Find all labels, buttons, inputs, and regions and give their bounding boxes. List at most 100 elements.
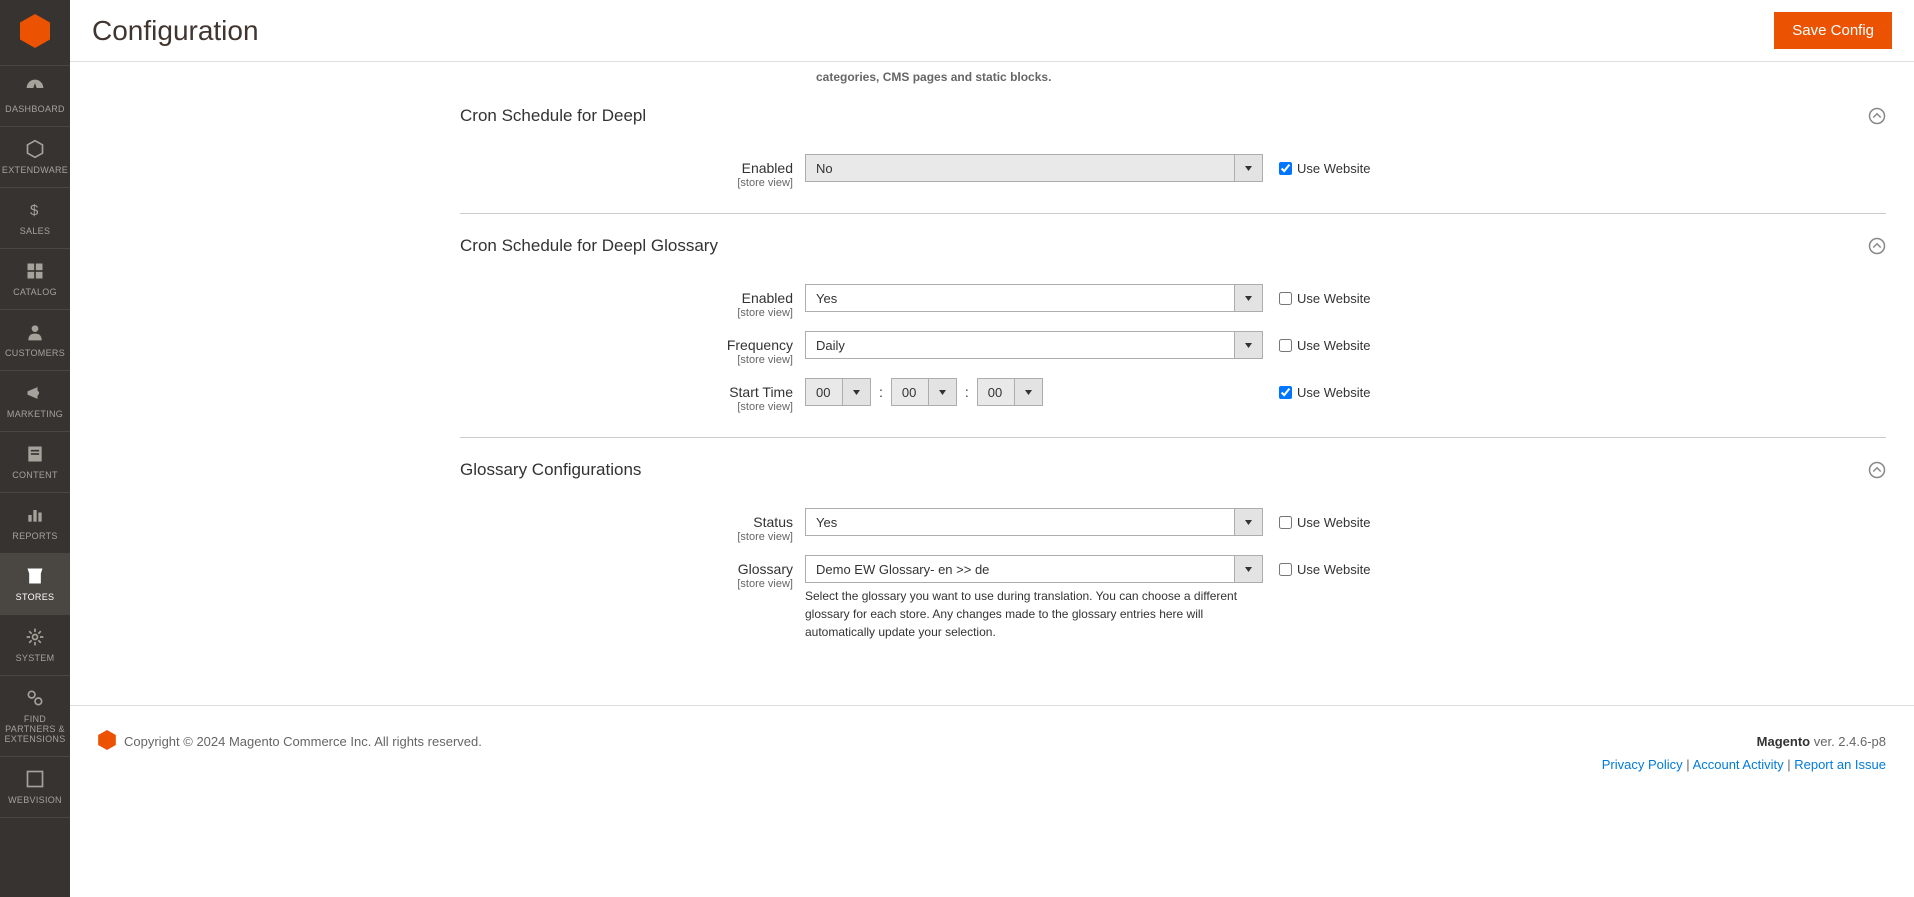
dropdown-arrow-icon xyxy=(1234,155,1262,181)
field-label-frequency: Frequency [store view] xyxy=(460,331,805,366)
page-footer: Copyright © 2024 Magento Commerce Inc. A… xyxy=(70,705,1914,801)
field-label-glossary: Glossary [store view] xyxy=(460,555,805,590)
magento-logo-icon xyxy=(98,730,116,753)
version-text: ver. 2.4.6-p8 xyxy=(1810,734,1886,749)
sidebar-item-label: FIND PARTNERS & EXTENSIONS xyxy=(4,714,66,744)
field-label-enabled: Enabled [store view] xyxy=(460,284,805,319)
dashboard-icon xyxy=(25,78,45,100)
sidebar-item-system[interactable]: SYSTEM xyxy=(0,615,70,676)
use-website-checkbox[interactable] xyxy=(1279,386,1292,399)
link-icon xyxy=(25,688,45,710)
admin-sidebar: DASHBOARD EXTENDWARE $ SALES CATALOG CUST… xyxy=(0,0,70,897)
use-website-checkbox[interactable] xyxy=(1279,516,1292,529)
sidebar-item-webvision[interactable]: WEBVISION xyxy=(0,757,70,818)
bar-chart-icon xyxy=(25,505,45,527)
sidebar-item-label: CONTENT xyxy=(12,470,58,480)
section-glossary-config: Glossary Configurations Status [store vi… xyxy=(460,438,1886,665)
chevron-up-icon xyxy=(1868,237,1886,255)
start-time-sec-select: 00 xyxy=(977,378,1043,406)
person-icon xyxy=(25,322,45,344)
gear-icon xyxy=(25,627,45,649)
dropdown-arrow-icon xyxy=(1234,332,1262,358)
enabled-select: No xyxy=(805,154,1263,182)
svg-text:$: $ xyxy=(30,202,39,219)
page-header: Configuration Save Config xyxy=(70,0,1914,62)
use-website-label: Use Website xyxy=(1297,562,1370,577)
glossary-select[interactable]: Demo EW Glossary- en >> de xyxy=(805,555,1263,583)
sidebar-item-content[interactable]: CONTENT xyxy=(0,432,70,493)
sidebar-item-label: DASHBOARD xyxy=(5,104,65,114)
sidebar-item-catalog[interactable]: CATALOG xyxy=(0,249,70,310)
sidebar-item-find-partners[interactable]: FIND PARTNERS & EXTENSIONS xyxy=(0,676,70,757)
sidebar-item-stores[interactable]: STORES xyxy=(0,554,70,615)
sidebar-item-dashboard[interactable]: DASHBOARD xyxy=(0,66,70,127)
save-config-button[interactable]: Save Config xyxy=(1774,12,1892,49)
dropdown-arrow-icon xyxy=(1234,556,1262,582)
hexagon-icon xyxy=(25,139,45,161)
dollar-icon: $ xyxy=(25,200,45,222)
use-website-checkbox[interactable] xyxy=(1279,292,1292,305)
store-icon xyxy=(25,566,45,588)
page-title: Configuration xyxy=(92,15,259,47)
section-title: Cron Schedule for Deepl Glossary xyxy=(460,236,718,256)
section-header-glossary-config[interactable]: Glossary Configurations xyxy=(460,438,1886,502)
blank-icon xyxy=(25,769,45,791)
dropdown-arrow-icon xyxy=(928,379,956,405)
enabled-select[interactable]: Yes xyxy=(805,284,1263,312)
sidebar-item-reports[interactable]: REPORTS xyxy=(0,493,70,554)
frequency-select[interactable]: Daily xyxy=(805,331,1263,359)
sidebar-item-label: WEBVISION xyxy=(8,795,62,805)
dropdown-arrow-icon xyxy=(842,379,870,405)
use-website-checkbox[interactable] xyxy=(1279,162,1292,175)
status-select[interactable]: Yes xyxy=(805,508,1263,536)
sidebar-item-label: EXTENDWARE xyxy=(2,165,68,175)
sidebar-item-sales[interactable]: $ SALES xyxy=(0,188,70,249)
field-label-status: Status [store view] xyxy=(460,508,805,543)
chevron-up-icon xyxy=(1868,461,1886,479)
document-icon xyxy=(25,444,45,466)
section-header-cron-deepl[interactable]: Cron Schedule for Deepl xyxy=(460,84,1886,148)
use-website-label: Use Website xyxy=(1297,338,1370,353)
magento-logo[interactable] xyxy=(0,0,70,66)
sidebar-item-customers[interactable]: CUSTOMERS xyxy=(0,310,70,371)
chevron-up-icon xyxy=(1868,107,1886,125)
start-time-min-select: 00 xyxy=(891,378,957,406)
use-website-checkbox[interactable] xyxy=(1279,563,1292,576)
dropdown-arrow-icon xyxy=(1234,509,1262,535)
sidebar-item-label: STORES xyxy=(16,592,55,602)
use-website-label: Use Website xyxy=(1297,161,1370,176)
sidebar-item-label: SYSTEM xyxy=(16,653,55,663)
sidebar-item-label: CUSTOMERS xyxy=(5,348,65,358)
sidebar-item-label: SALES xyxy=(20,226,51,236)
use-website-checkbox[interactable] xyxy=(1279,339,1292,352)
privacy-policy-link[interactable]: Privacy Policy xyxy=(1602,757,1683,772)
report-issue-link[interactable]: Report an Issue xyxy=(1794,757,1886,772)
account-activity-link[interactable]: Account Activity xyxy=(1693,757,1784,772)
bullhorn-icon xyxy=(25,383,45,405)
time-separator: : xyxy=(879,384,883,400)
field-label-start-time: Start Time [store view] xyxy=(460,378,805,413)
use-website-label: Use Website xyxy=(1297,291,1370,306)
sidebar-item-label: CATALOG xyxy=(13,287,57,297)
field-label-enabled: Enabled [store view] xyxy=(460,154,805,189)
start-time-hour-select: 00 xyxy=(805,378,871,406)
section-title: Glossary Configurations xyxy=(460,460,641,480)
magento-label: Magento xyxy=(1757,734,1810,749)
dropdown-arrow-icon xyxy=(1014,379,1042,405)
section-cron-deepl: Cron Schedule for Deepl Enabled [store v… xyxy=(460,84,1886,214)
sidebar-item-label: MARKETING xyxy=(7,409,63,419)
section-title: Cron Schedule for Deepl xyxy=(460,106,646,126)
sidebar-item-marketing[interactable]: MARKETING xyxy=(0,371,70,432)
copyright-text: Copyright © 2024 Magento Commerce Inc. A… xyxy=(124,734,482,749)
time-separator: : xyxy=(965,384,969,400)
top-note-fragment: categories, CMS pages and static blocks. xyxy=(460,62,1886,84)
sidebar-item-extendware[interactable]: EXTENDWARE xyxy=(0,127,70,188)
use-website-label: Use Website xyxy=(1297,385,1370,400)
section-header-cron-glossary[interactable]: Cron Schedule for Deepl Glossary xyxy=(460,214,1886,278)
use-website-label: Use Website xyxy=(1297,515,1370,530)
glossary-note: Select the glossary you want to use duri… xyxy=(805,587,1263,641)
dropdown-arrow-icon xyxy=(1234,285,1262,311)
sidebar-item-label: REPORTS xyxy=(12,531,57,541)
grid-icon xyxy=(25,261,45,283)
section-cron-glossary: Cron Schedule for Deepl Glossary Enabled… xyxy=(460,214,1886,438)
